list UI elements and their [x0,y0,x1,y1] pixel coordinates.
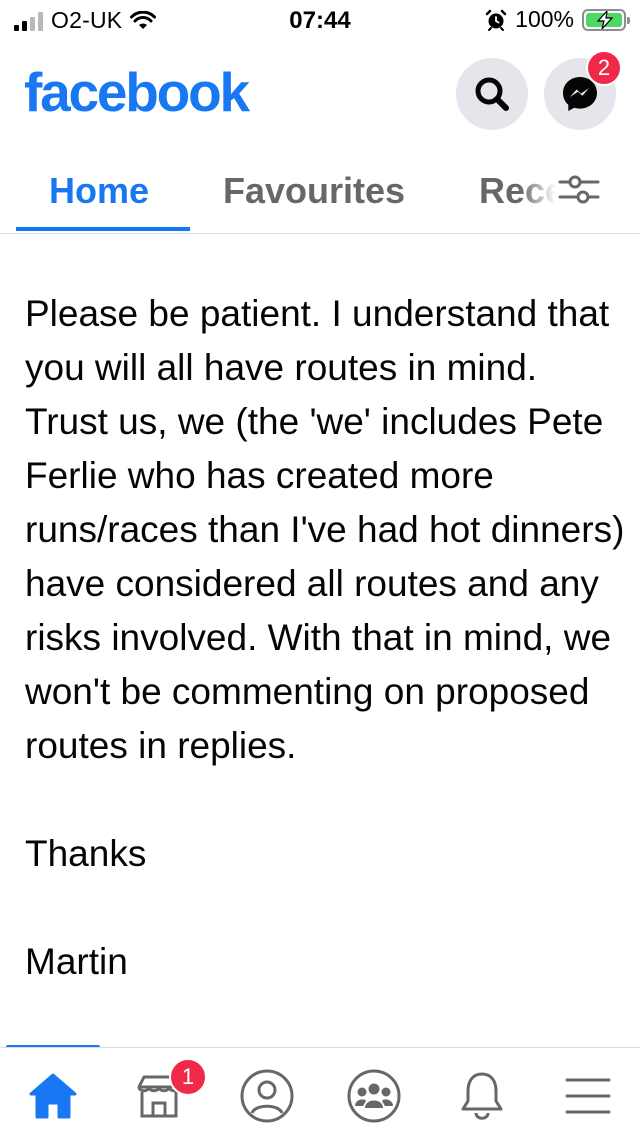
facebook-app-screen: O2-UK 07:44 100% facebook 2 Home Favouri… [0,0,640,1136]
nav-groups[interactable] [342,1066,406,1126]
notifications-icon [461,1072,503,1120]
facebook-logo[interactable]: facebook [24,60,250,124]
search-button[interactable] [456,58,528,130]
status-right: 100% [485,6,630,33]
alarm-icon [485,9,507,31]
home-icon [29,1073,77,1119]
marketplace-badge: 1 [169,1058,207,1096]
nav-home[interactable] [21,1066,85,1126]
post-thanks: Thanks [25,833,147,874]
post-body: Please be patient. I understand that you… [25,293,625,766]
post-signature: Martin [25,941,128,982]
nav-marketplace[interactable]: 1 [127,1058,207,1126]
search-icon [475,77,509,111]
messenger-badge: 2 [586,50,622,86]
messenger-button[interactable]: 2 [544,50,622,130]
bottom-nav: 1 [0,1047,640,1136]
post-text: Please be patient. I understand that you… [25,287,625,989]
nav-notifications[interactable] [450,1066,514,1126]
profile-icon [240,1069,294,1123]
groups-icon [347,1069,401,1123]
tab-favourites[interactable]: Favourites [223,170,405,212]
filter-icon[interactable] [556,170,602,210]
battery-percent: 100% [515,6,574,32]
status-bar: O2-UK 07:44 100% [0,0,640,40]
app-header: facebook 2 [0,50,640,140]
battery-icon [582,8,630,31]
active-tab-indicator [16,227,190,231]
menu-icon [565,1078,611,1114]
nav-profile[interactable] [235,1066,299,1126]
nav-menu[interactable] [556,1066,620,1126]
tab-home[interactable]: Home [49,170,149,212]
